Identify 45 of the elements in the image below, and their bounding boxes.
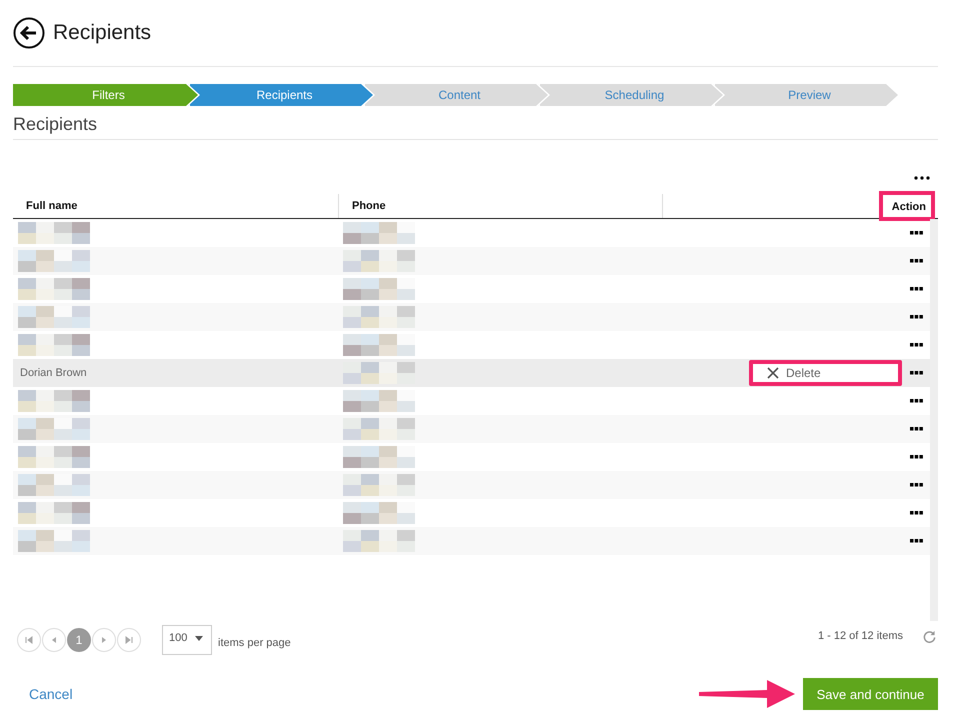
back-icon[interactable] (13, 17, 45, 49)
save-and-continue-button[interactable]: Save and continue (803, 678, 938, 710)
first-page-button[interactable] (17, 628, 41, 652)
wizard-step[interactable]: Recipients (188, 84, 373, 106)
previous-page-button[interactable] (42, 628, 66, 652)
page-size-dropdown[interactable]: 100 (162, 625, 212, 655)
column-header[interactable]: Full name (20, 196, 84, 216)
column-header[interactable]: Action (882, 194, 932, 218)
more-icon[interactable] (910, 287, 923, 291)
last-page-icon (125, 636, 133, 644)
more-icon[interactable] (910, 455, 923, 459)
wizard-step[interactable]: Content (363, 84, 548, 106)
more-icon[interactable] (910, 399, 923, 403)
more-icon[interactable] (910, 315, 923, 319)
close-icon (767, 367, 779, 379)
more-icon[interactable] (910, 259, 923, 263)
wizard-step[interactable]: Scheduling (538, 84, 723, 106)
more-icon[interactable] (910, 483, 923, 487)
previous-icon (50, 636, 58, 644)
cancel-link[interactable]: Cancel (29, 686, 73, 702)
next-page-button[interactable] (92, 628, 116, 652)
table-row[interactable]: Dorian Brown Delete (13, 359, 930, 387)
more-icon[interactable] (914, 176, 930, 180)
column-header[interactable]: Phone (346, 196, 392, 216)
more-icon[interactable] (910, 371, 923, 375)
page-button[interactable]: 1 (67, 628, 91, 652)
name-cell-text: Dorian Brown (19, 367, 87, 379)
items-per-page-label: items per page (218, 637, 291, 649)
caret-icon (195, 636, 204, 641)
more-icon[interactable] (910, 511, 923, 515)
more-icon[interactable] (910, 539, 923, 543)
more-icon[interactable] (910, 343, 923, 347)
refresh-icon[interactable] (923, 630, 936, 642)
wizard-step[interactable]: Filters (13, 84, 198, 106)
more-icon[interactable] (910, 231, 923, 235)
more-icon[interactable] (910, 427, 923, 431)
delete-menu-item[interactable]: Delete (749, 360, 902, 386)
first-page-icon (25, 636, 33, 644)
wizard-step[interactable]: Preview (713, 84, 898, 106)
section-title: Recipients (13, 106, 938, 140)
last-page-button[interactable] (117, 628, 141, 652)
next-icon (100, 636, 108, 644)
pager-summary: 1 - 12 of 12 items (818, 630, 903, 642)
page-title: Recipients (53, 21, 152, 45)
scrollbar[interactable] (930, 219, 938, 621)
